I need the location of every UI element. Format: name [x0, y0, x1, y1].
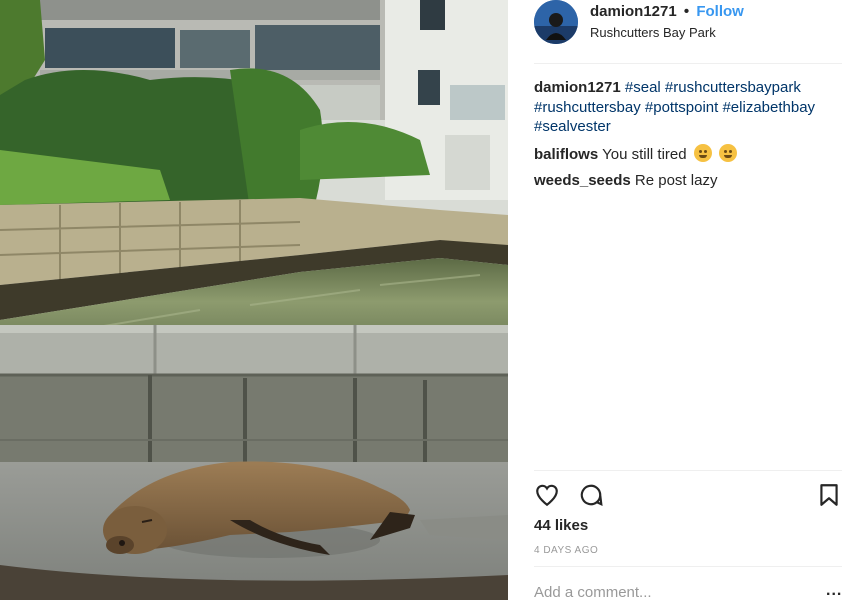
hashtag-link[interactable]: #sealvester — [534, 118, 611, 135]
grinning-face-emoji — [718, 143, 737, 162]
hashtag-link[interactable]: #pottspoint — [645, 99, 718, 116]
hashtag-link[interactable]: #rushcuttersbaypark — [665, 79, 801, 96]
comment-username[interactable]: baliflows — [534, 146, 598, 163]
comment-text: You still tired — [602, 145, 687, 163]
caption: damion1271 #seal #rushcuttersbaypark #ru… — [534, 78, 850, 137]
header-username[interactable]: damion1271 — [590, 3, 677, 20]
add-comment-input[interactable] — [534, 584, 804, 600]
likes-count[interactable]: 44 likes — [534, 517, 588, 534]
comment-icon[interactable] — [578, 482, 606, 510]
post-timestamp: 4 DAYS AGO — [534, 545, 599, 556]
seal-photo-illustration — [0, 0, 508, 600]
avatar-image — [534, 0, 578, 44]
comment-divider — [534, 566, 842, 567]
caption-username[interactable]: damion1271 — [534, 79, 621, 96]
bookmark-icon[interactable] — [816, 482, 844, 510]
post-photo[interactable] — [0, 0, 508, 600]
location-link[interactable]: Rushcutters Bay Park — [590, 25, 716, 40]
sleepy-face-emoji — [693, 143, 712, 162]
heart-icon[interactable] — [534, 482, 562, 510]
header-user-line: damion1271 • Follow — [590, 3, 744, 20]
comment-item: weeds_seeds Re post lazy — [534, 171, 850, 191]
actions-divider — [534, 470, 842, 471]
post-header: damion1271 • Follow Rushcutters Bay Park — [534, 0, 842, 64]
more-options-icon[interactable]: ... — [826, 582, 842, 600]
post-side-panel: damion1271 • Follow Rushcutters Bay Park… — [508, 0, 860, 600]
comment-item: baliflows You still tired — [534, 143, 850, 165]
header-separator: • — [683, 3, 690, 20]
comment-text: Re post lazy — [634, 172, 718, 189]
avatar[interactable] — [534, 0, 578, 44]
comments-section: damion1271 #seal #rushcuttersbaypark #ru… — [534, 78, 850, 198]
hashtag-link[interactable]: #seal — [625, 79, 661, 96]
hashtag-link[interactable]: #elizabethbay — [722, 99, 815, 116]
action-bar — [534, 482, 842, 510]
comment-username[interactable]: weeds_seeds — [534, 172, 631, 189]
follow-button[interactable]: Follow — [696, 3, 744, 20]
hashtag-link[interactable]: #rushcuttersbay — [534, 99, 641, 116]
